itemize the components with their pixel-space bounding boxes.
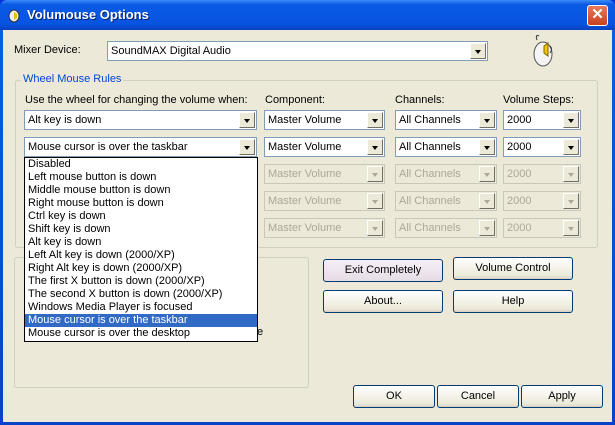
chevron-down-icon[interactable] <box>239 139 255 155</box>
steps-value: 2000 <box>507 168 532 180</box>
component-value: Master Volume <box>268 168 342 180</box>
about-label: About... <box>364 295 402 307</box>
chevron-down-icon[interactable] <box>367 139 383 155</box>
chevron-down-icon <box>367 220 383 236</box>
component-value: Master Volume <box>268 195 342 207</box>
dropdown-option[interactable]: Ctrl key is down <box>25 210 257 223</box>
chevron-down-icon[interactable] <box>479 112 495 128</box>
component-select: Master Volume <box>264 164 385 184</box>
condition-value: Mouse cursor is over the taskbar <box>28 141 188 153</box>
dropdown-option[interactable]: Right Alt key is down (2000/XP) <box>25 262 257 275</box>
component-value: Master Volume <box>268 222 342 234</box>
chevron-down-icon[interactable] <box>479 139 495 155</box>
apply-button[interactable]: Apply <box>521 385 603 408</box>
app-icon <box>8 9 20 23</box>
component-value: Master Volume <box>268 141 342 153</box>
condition-dropdown-list[interactable]: Disabled Left mouse button is down Middle … <box>24 157 258 342</box>
channels-select[interactable]: All Channels <box>395 137 497 157</box>
mouse-speaker-icon <box>533 35 553 67</box>
condition-value: Alt key is down <box>28 114 102 126</box>
dropdown-option[interactable]: Disabled <box>25 158 257 171</box>
condition-header: Use the wheel for changing the volume wh… <box>25 94 248 106</box>
chevron-down-icon <box>563 220 579 236</box>
mixer-device-select[interactable]: SoundMAX Digital Audio <box>107 41 488 61</box>
dropdown-option[interactable]: The first X button is down (2000/XP) <box>25 275 257 288</box>
exit-completely-button[interactable]: Exit Completely <box>323 259 443 282</box>
chevron-down-icon <box>479 193 495 209</box>
channels-value: All Channels <box>399 222 461 234</box>
chevron-down-icon[interactable] <box>470 43 486 59</box>
dropdown-option[interactable]: Right mouse button is down <box>25 197 257 210</box>
channels-select: All Channels <box>395 218 497 238</box>
chevron-down-icon[interactable] <box>563 112 579 128</box>
dropdown-option[interactable]: Mouse cursor is over the taskbar <box>25 314 257 327</box>
dropdown-option[interactable]: Middle mouse button is down <box>25 184 257 197</box>
close-button[interactable]: ✕ <box>587 5 608 26</box>
condition-select[interactable]: Mouse cursor is over the taskbar <box>24 137 257 157</box>
steps-select: 2000 <box>503 164 581 184</box>
title-bar[interactable]: Volumouse Options ✕ <box>0 0 615 30</box>
volume-control-label: Volume Control <box>475 262 551 274</box>
chevron-down-icon <box>367 193 383 209</box>
steps-header: Volume Steps: <box>503 94 574 106</box>
chevron-down-icon <box>563 193 579 209</box>
steps-select[interactable]: 2000 <box>503 110 581 130</box>
steps-select[interactable]: 2000 <box>503 137 581 157</box>
steps-value: 2000 <box>507 141 532 153</box>
channels-header: Channels: <box>395 94 445 106</box>
ok-label: OK <box>386 390 402 402</box>
cancel-button[interactable]: Cancel <box>437 385 519 408</box>
steps-select: 2000 <box>503 218 581 238</box>
help-button[interactable]: Help <box>453 290 573 313</box>
ok-button[interactable]: OK <box>353 385 435 408</box>
chevron-down-icon <box>479 220 495 236</box>
steps-select: 2000 <box>503 191 581 211</box>
channels-value: All Channels <box>399 168 461 180</box>
window: Volumouse Options ✕ Mixer Device: SoundM… <box>0 0 615 425</box>
channels-select[interactable]: All Channels <box>395 110 497 130</box>
chevron-down-icon <box>367 166 383 182</box>
help-label: Help <box>501 295 525 307</box>
component-select[interactable]: Master Volume <box>264 110 385 130</box>
about-button[interactable]: About... <box>323 290 443 313</box>
channels-select: All Channels <box>395 164 497 184</box>
channels-value: All Channels <box>399 195 461 207</box>
channels-value: All Channels <box>399 141 461 153</box>
component-header: Component: <box>265 94 325 106</box>
dropdown-option[interactable]: Windows Media Player is focused <box>25 301 257 314</box>
window-title: Volumouse Options <box>27 7 149 22</box>
component-select: Master Volume <box>264 218 385 238</box>
chevron-down-icon[interactable] <box>239 112 255 128</box>
condition-select[interactable]: Alt key is down <box>24 110 257 130</box>
chevron-down-icon <box>563 166 579 182</box>
chevron-down-icon[interactable] <box>367 112 383 128</box>
dropdown-option[interactable]: Left mouse button is down <box>25 171 257 184</box>
chevron-down-icon[interactable] <box>563 139 579 155</box>
mixer-device-value: SoundMAX Digital Audio <box>111 45 231 57</box>
steps-value: 2000 <box>507 222 532 234</box>
exit-label: Exit Completely <box>344 264 422 276</box>
volume-control-button[interactable]: Volume Control <box>453 257 573 280</box>
apply-label: Apply <box>548 390 576 402</box>
wheel-mouse-rules-legend: Wheel Mouse Rules <box>21 73 124 85</box>
steps-value: 2000 <box>507 114 532 126</box>
dropdown-option[interactable]: Left Alt key is down (2000/XP) <box>25 249 257 262</box>
component-select: Master Volume <box>264 191 385 211</box>
channels-select: All Channels <box>395 191 497 211</box>
mixer-device-label: Mixer Device: <box>14 44 81 56</box>
component-select[interactable]: Master Volume <box>264 137 385 157</box>
cancel-label: Cancel <box>460 390 496 402</box>
chevron-down-icon <box>479 166 495 182</box>
dropdown-option[interactable]: The second X button is down (2000/XP) <box>25 288 257 301</box>
channels-value: All Channels <box>399 114 461 126</box>
component-value: Master Volume <box>268 114 342 126</box>
dialog-body: Mixer Device: SoundMAX Digital Audio Whe… <box>3 30 612 422</box>
dropdown-option[interactable]: Mouse cursor is over the desktop <box>25 327 257 340</box>
steps-value: 2000 <box>507 195 532 207</box>
dropdown-option[interactable]: Shift key is down <box>25 223 257 236</box>
dropdown-option[interactable]: Alt key is down <box>25 236 257 249</box>
